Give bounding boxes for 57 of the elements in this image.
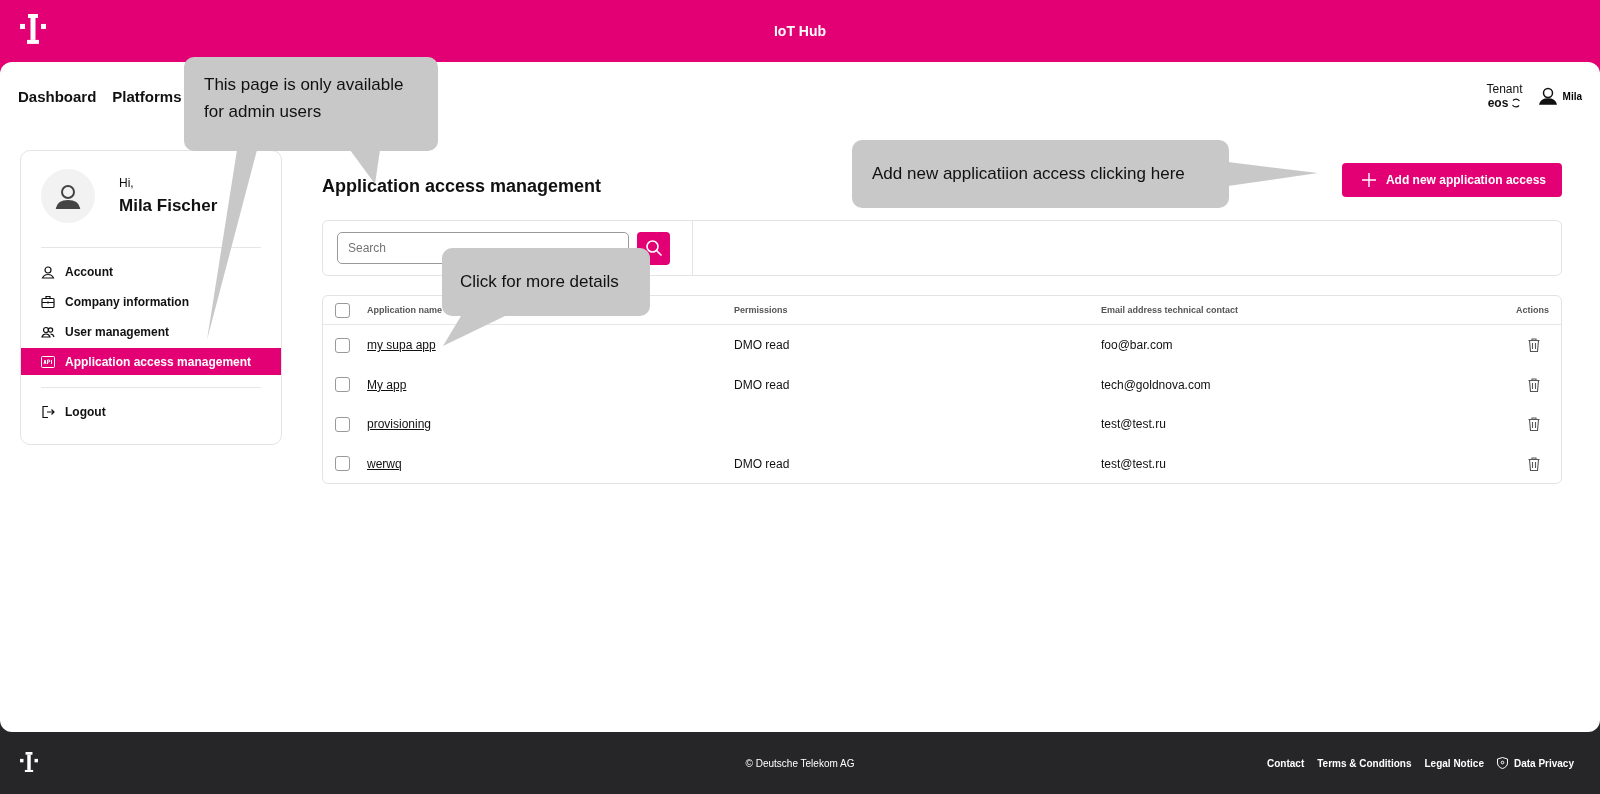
user-icon [1538,87,1557,105]
page-title: Application access management [322,175,602,197]
sidebar-item[interactable]: Account [21,258,281,285]
sidebar-item[interactable]: Company information [21,288,281,315]
table-cell-text: test@test.ru [1101,456,1167,471]
trash-icon[interactable] [1528,417,1540,432]
checkbox[interactable] [335,377,350,393]
add-button[interactable]: Add new application access [1341,163,1562,197]
footer-link[interactable]: Terms & Conditions [1317,757,1412,769]
trash-icon[interactable] [1528,377,1540,392]
trash-icon[interactable] [1528,338,1540,353]
logout-icon [41,404,55,419]
briefcase-icon [41,294,55,309]
copyright: © Deutsche Telekom AG [745,757,855,769]
user-icon [41,264,55,279]
app-title: IoT Hub [773,23,827,39]
table-cell-text: test@test.ru [1101,417,1167,432]
footer-link[interactable]: Legal Notice [1424,757,1484,769]
search-icon [644,239,663,257]
nav-link[interactable]: Dashboard [18,87,97,105]
logo[interactable] [20,751,38,775]
refresh-icon[interactable] [1511,98,1522,108]
column-header: Application name [367,305,443,315]
table-cell-text: tech@goldnova.com [1101,377,1212,392]
tenant-label: Tenant [1486,82,1523,96]
sidebar-item[interactable]: Application access management [21,348,281,375]
trash-icon[interactable] [1528,456,1540,471]
table-cell-text: DMO read [734,338,791,353]
checkbox[interactable] [335,337,350,353]
table-cell-text: DMO read [734,456,791,471]
greeting: Hi, [119,176,135,190]
column-header: Actions [1515,305,1550,315]
column-header: Permissions [734,305,789,315]
nav-link[interactable]: Platforms [112,87,182,105]
callout-tooltip: Add new applicatiion access clicking here [852,140,1229,208]
sidebar-item[interactable]: User management [21,318,281,345]
footer-link[interactable]: Data Privacy [1496,757,1574,769]
app-name-link[interactable]: provisioning [367,417,432,432]
api-icon [41,355,55,368]
checkbox[interactable] [335,416,350,432]
app-name-link[interactable]: my supa app [367,338,436,353]
plus-icon [1361,173,1376,187]
checkbox[interactable] [335,302,350,318]
shield-icon [1496,757,1508,769]
footer-link[interactable]: Contact [1267,757,1305,769]
app-name-link[interactable]: My app [367,377,407,392]
column-header: Email address technical contact [1101,305,1240,315]
checkbox[interactable] [335,456,350,472]
table-cell-text: foo@bar.com [1101,338,1174,353]
table-cell-text: DMO read [734,377,791,392]
users-icon [41,324,55,339]
user-name: Mila Fischer [119,196,218,216]
tooltip-pointer [443,316,505,346]
logout-link[interactable]: Logout [21,398,281,425]
app-name-link[interactable]: werwq [367,456,402,471]
tenant-name: eos [1487,96,1509,110]
user-menu-button[interactable]: Mila [1538,87,1582,105]
